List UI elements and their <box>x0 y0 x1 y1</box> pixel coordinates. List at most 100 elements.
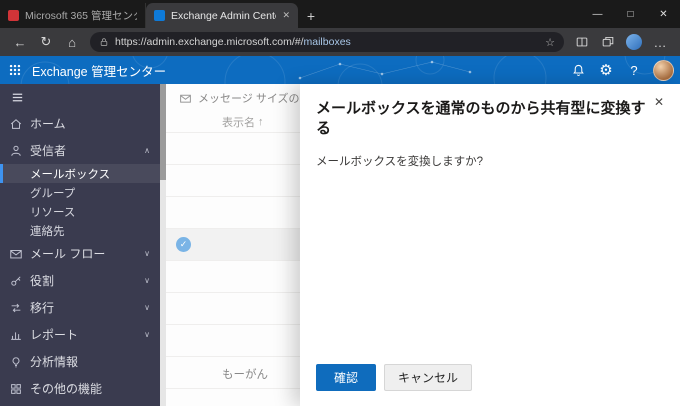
sidebar-item-resources[interactable]: リソース <box>0 202 160 221</box>
chevron-down-icon: ∨ <box>144 249 150 258</box>
table-row[interactable] <box>166 133 300 165</box>
table-row[interactable] <box>166 261 300 293</box>
sidebar-item-label: 移行 <box>30 301 55 315</box>
toolbar-command-label: メッセージ サイズの制限 <box>198 93 300 105</box>
app-title: Exchange 管理センター <box>32 64 167 79</box>
close-window-button[interactable]: ✕ <box>647 0 680 28</box>
browser-titlebar: Microsoft 365 管理センター - Hom Exchange Admi… <box>0 0 680 28</box>
column-header-display-name[interactable]: 表示名 ↑ <box>166 112 300 132</box>
sidebar-item-label: その他の機能 <box>30 382 103 396</box>
new-tab-button[interactable]: + <box>298 3 324 28</box>
sidebar-item-reports[interactable]: レポート ∨ <box>0 321 160 348</box>
migration-arrows-icon <box>9 301 30 315</box>
sidebar-item-mailboxes[interactable]: メールボックス <box>0 164 160 183</box>
sidebar-navigation: ホーム 受信者 ∧ メールボックス グループ リソース 連絡先 メール フロー … <box>0 84 160 406</box>
cancel-button[interactable]: キャンセル <box>384 364 473 391</box>
browser-profile-avatar[interactable] <box>626 34 642 50</box>
sidebar-item-label: メールボックス <box>30 168 111 181</box>
sidebar-item-label: グループ <box>30 187 76 200</box>
mailbox-row-name[interactable]: もーがん <box>222 366 268 382</box>
m365-admin-favicon <box>8 10 19 21</box>
app-launcher-icon[interactable] <box>0 56 30 84</box>
header-actions: ⚙ ? <box>565 56 680 84</box>
maximize-button[interactable]: □ <box>614 0 647 28</box>
sidebar-item-insights[interactable]: 分析情報 <box>0 348 160 375</box>
tab-m365-admin-center[interactable]: Microsoft 365 管理センター - Hom <box>0 3 146 28</box>
table-row[interactable] <box>166 389 300 406</box>
sidebar-item-groups[interactable]: グループ <box>0 183 160 202</box>
dialog-message: メールボックスを変換しますか? <box>316 156 484 168</box>
main-area: ホーム 受信者 ∧ メールボックス グループ リソース 連絡先 メール フロー … <box>0 84 680 406</box>
sidebar-item-label: 連絡先 <box>30 225 65 238</box>
selected-check-icon[interactable]: ✓ <box>176 237 191 252</box>
back-icon[interactable]: ← <box>8 31 32 53</box>
table-row-selected[interactable]: ✓ <box>166 229 300 261</box>
app-header: Exchange 管理センター ⚙ ? <box>0 56 680 84</box>
chevron-down-icon: ∨ <box>144 303 150 312</box>
sidebar-item-roles[interactable]: 役割 ∨ <box>0 267 160 294</box>
url-path: mailboxes <box>303 36 351 48</box>
chevron-down-icon: ∨ <box>144 330 150 339</box>
roles-key-icon <box>9 274 30 288</box>
collections-icon[interactable] <box>596 31 620 53</box>
browser-window: Microsoft 365 管理センター - Hom Exchange Admi… <box>0 0 680 406</box>
mailbox-list: メッセージ サイズの制限 表示名 ↑ ✓ もーがん <box>166 84 300 406</box>
other-features-grid-icon <box>9 382 30 396</box>
notifications-bell-icon[interactable] <box>565 56 591 84</box>
tab-close-icon[interactable]: ✕ <box>282 10 290 21</box>
sidebar-item-label: 役割 <box>30 274 55 288</box>
sidebar-item-label: メール フロー <box>30 247 106 261</box>
sidebar-item-contacts[interactable]: 連絡先 <box>0 221 160 240</box>
url-text: https://admin.exchange.microsoft.com/#/m… <box>115 36 351 48</box>
window-controls: — □ ✕ <box>581 0 680 28</box>
nav-collapse-icon[interactable] <box>0 84 160 110</box>
lock-icon <box>99 37 109 47</box>
browser-navbar: ← ↻ ⌂ https://admin.exchange.microsoft.c… <box>0 28 680 56</box>
help-icon[interactable]: ? <box>621 56 647 84</box>
account-avatar[interactable] <box>653 59 674 81</box>
column-header-label: 表示名 <box>222 117 255 129</box>
tab-exchange-admin-center[interactable]: Exchange Admin Center ✕ <box>146 3 298 28</box>
chevron-up-icon: ∧ <box>144 146 150 155</box>
toolbar-command-message-size[interactable]: メッセージ サイズの制限 <box>166 84 300 112</box>
sidebar-item-label: ホーム <box>30 117 66 131</box>
dialog-title: メールボックスを通常のものから共有型に変換する <box>316 100 646 137</box>
settings-gear-icon[interactable]: ⚙ <box>593 56 619 84</box>
message-size-icon <box>179 92 192 105</box>
mailbox-rows: ✓ もーがん <box>166 132 300 406</box>
convert-mailbox-dialog: ✕ メールボックスを通常のものから共有型に変換する メールボックスを変換しますか… <box>300 84 680 406</box>
sidebar-item-label: レポート <box>30 328 79 342</box>
address-bar[interactable]: https://admin.exchange.microsoft.com/#/m… <box>90 32 564 52</box>
sidebar-item-label: リソース <box>30 206 76 219</box>
minimize-button[interactable]: — <box>581 0 614 28</box>
confirm-button[interactable]: 確認 <box>316 364 377 391</box>
sidebar-item-label: 受信者 <box>30 144 67 158</box>
dialog-actions: 確認 キャンセル <box>316 364 473 391</box>
recipients-person-icon <box>9 144 30 158</box>
sidebar-item-label: 分析情報 <box>30 355 79 369</box>
sort-ascending-icon: ↑ <box>258 116 264 128</box>
dialog-close-icon[interactable]: ✕ <box>650 91 668 113</box>
table-row[interactable] <box>166 325 300 357</box>
exchange-favicon <box>154 10 165 21</box>
mail-flow-icon <box>9 247 30 261</box>
tab-title: Microsoft 365 管理センター - Hom <box>25 10 137 22</box>
sidebar-item-recipients[interactable]: 受信者 ∧ <box>0 137 160 164</box>
sidebar-item-migration[interactable]: 移行 ∨ <box>0 294 160 321</box>
table-row[interactable] <box>166 165 300 197</box>
sidebar-item-mail-flow[interactable]: メール フロー ∨ <box>0 240 160 267</box>
sidebar-item-other-features[interactable]: その他の機能 <box>0 375 160 402</box>
tab-title: Exchange Admin Center <box>171 9 277 22</box>
url-host: https://admin.exchange.microsoft.com/#/ <box>115 36 304 48</box>
favorite-star-icon[interactable]: ☆ <box>545 36 555 49</box>
split-screen-icon[interactable] <box>570 31 594 53</box>
table-row[interactable] <box>166 197 300 229</box>
table-row[interactable]: もーがん <box>166 357 300 389</box>
refresh-icon[interactable]: ↻ <box>34 31 58 53</box>
insights-bulb-icon <box>9 355 30 369</box>
sidebar-item-home[interactable]: ホーム <box>0 110 160 137</box>
home-icon[interactable]: ⌂ <box>60 31 84 53</box>
browser-menu-icon[interactable]: … <box>648 31 672 53</box>
table-row[interactable] <box>166 293 300 325</box>
reports-chart-icon <box>9 328 30 342</box>
